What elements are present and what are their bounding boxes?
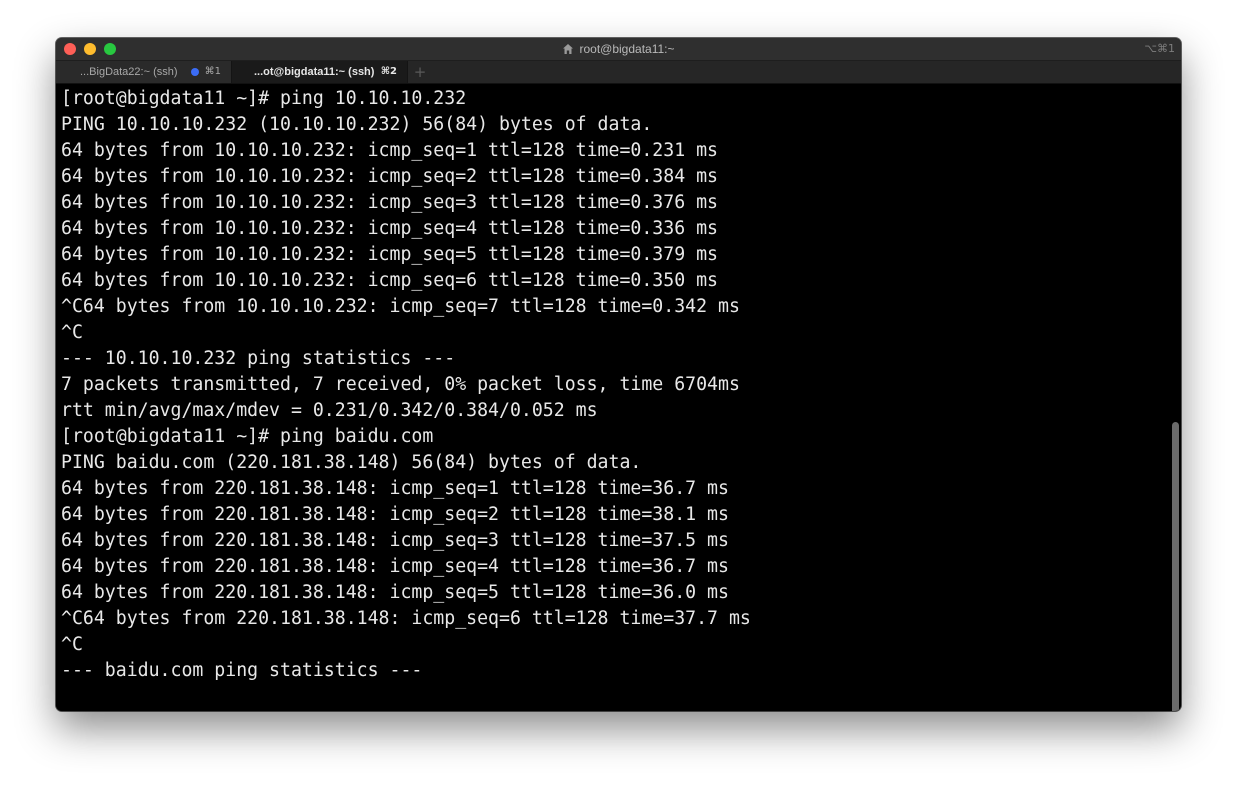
terminal-line: ^C bbox=[61, 634, 83, 655]
terminal-line: 64 bytes from 10.10.10.232: icmp_seq=6 t… bbox=[61, 270, 718, 291]
terminal-window: root@bigdata11:~ ⌥⌘1 ...BigData22:~ (ssh… bbox=[56, 38, 1181, 711]
terminal-line: ^C bbox=[61, 322, 83, 343]
terminal-output[interactable]: [root@bigdata11 ~]# ping 10.10.10.232 PI… bbox=[56, 84, 1181, 711]
terminal-line: 7 packets transmitted, 7 received, 0% pa… bbox=[61, 374, 740, 395]
terminal-line: [root@bigdata11 ~]# ping baidu.com bbox=[61, 426, 434, 447]
window-title-text: root@bigdata11:~ bbox=[579, 42, 675, 56]
terminal-line: 64 bytes from 220.181.38.148: icmp_seq=1… bbox=[61, 478, 729, 499]
activity-dot-icon bbox=[191, 68, 199, 76]
terminal-line: 64 bytes from 220.181.38.148: icmp_seq=2… bbox=[61, 504, 729, 525]
tab-bigdata11[interactable]: ...ot@bigdata11:~ (ssh) ⌘2 bbox=[232, 61, 408, 83]
terminal-line: ^C64 bytes from 220.181.38.148: icmp_seq… bbox=[61, 608, 751, 629]
terminal-line: PING baidu.com (220.181.38.148) 56(84) b… bbox=[61, 452, 642, 473]
terminal-line: 64 bytes from 220.181.38.148: icmp_seq=3… bbox=[61, 530, 729, 551]
terminal-line: [root@bigdata11 ~]# ping 10.10.10.232 bbox=[61, 88, 467, 109]
tab-label: ...BigData22:~ (ssh) bbox=[80, 66, 178, 78]
terminal-line: --- baidu.com ping statistics --- bbox=[61, 660, 423, 681]
terminal-line: 64 bytes from 10.10.10.232: icmp_seq=3 t… bbox=[61, 192, 718, 213]
terminal-line: rtt min/avg/max/mdev = 0.231/0.342/0.384… bbox=[61, 400, 598, 421]
terminal-line: 64 bytes from 220.181.38.148: icmp_seq=4… bbox=[61, 556, 729, 577]
terminal-line: --- 10.10.10.232 ping statistics --- bbox=[61, 348, 456, 369]
tab-shortcut: ⌘2 bbox=[380, 66, 397, 77]
tab-shortcut: ⌘1 bbox=[204, 66, 221, 77]
terminal-line: 64 bytes from 10.10.10.232: icmp_seq=4 t… bbox=[61, 218, 718, 239]
terminal-line: 64 bytes from 10.10.10.232: icmp_seq=1 t… bbox=[61, 140, 718, 161]
scrollbar-thumb[interactable] bbox=[1172, 422, 1179, 711]
terminal-line: ^C64 bytes from 10.10.10.232: icmp_seq=7… bbox=[61, 296, 740, 317]
window-title: root@bigdata11:~ bbox=[56, 38, 1181, 60]
title-bar[interactable]: root@bigdata11:~ ⌥⌘1 bbox=[56, 38, 1181, 61]
tab-bigdata22[interactable]: ...BigData22:~ (ssh) ⌘1 bbox=[56, 61, 232, 83]
tab-label: ...ot@bigdata11:~ (ssh) bbox=[254, 66, 375, 78]
terminal-line: PING 10.10.10.232 (10.10.10.232) 56(84) … bbox=[61, 114, 653, 135]
home-icon bbox=[563, 44, 574, 54]
new-tab-button[interactable]: + bbox=[412, 61, 428, 83]
terminal-line: 64 bytes from 10.10.10.232: icmp_seq=2 t… bbox=[61, 166, 718, 187]
terminal-line: 64 bytes from 10.10.10.232: icmp_seq=5 t… bbox=[61, 244, 718, 265]
tab-bar: ...BigData22:~ (ssh) ⌘1 ...ot@bigdata11:… bbox=[56, 61, 1181, 84]
window-shortcut: ⌥⌘1 bbox=[1144, 42, 1175, 55]
terminal-line: 64 bytes from 220.181.38.148: icmp_seq=5… bbox=[61, 582, 729, 603]
